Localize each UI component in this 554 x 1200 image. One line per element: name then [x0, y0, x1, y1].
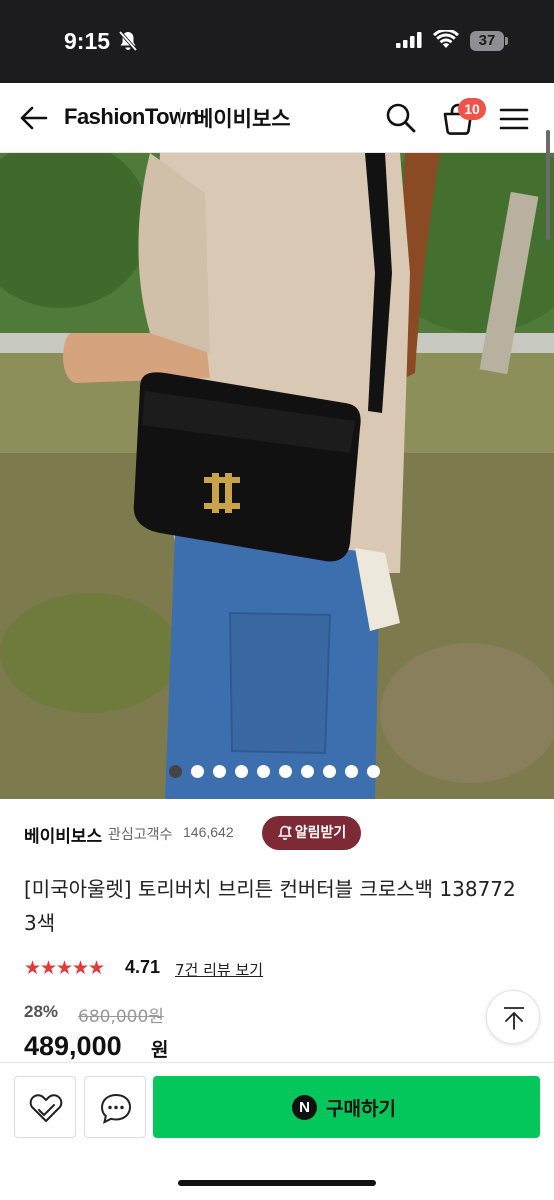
star-icon: ★	[72, 957, 90, 979]
product-photo-illustration	[0, 153, 554, 799]
rating-stars: ★★★★★	[24, 957, 106, 979]
reviews-link[interactable]: 7건 리뷰 보기	[175, 959, 263, 980]
sale-price: 489,000	[24, 1031, 122, 1061]
cart-count-badge: 10	[458, 98, 486, 120]
original-price: 680,000원	[78, 1007, 164, 1027]
buy-now-button[interactable]: N 구매하기	[153, 1076, 540, 1138]
gallery-dot[interactable]	[169, 765, 182, 778]
followers-label: 관심고객수	[108, 827, 173, 843]
buy-now-label: 구매하기	[326, 1098, 396, 1120]
menu-icon[interactable]	[498, 105, 530, 133]
star-icon: ★	[40, 957, 58, 979]
star-icon: ★	[24, 957, 42, 979]
wifi-icon	[433, 30, 459, 48]
product-title: [미국아울렛] 토리버치 브리튼 컨버터블 크로스백 138772 3색	[24, 877, 516, 935]
heart-icon	[29, 1094, 63, 1122]
search-icon[interactable]	[384, 101, 418, 135]
naver-pay-icon: N	[292, 1095, 317, 1120]
header-divider	[180, 108, 181, 128]
gallery-dot[interactable]	[191, 765, 204, 778]
alarm-button-label: 알림받기	[294, 825, 347, 841]
battery-icon: 37	[470, 31, 504, 51]
gallery-dot[interactable]	[279, 765, 292, 778]
battery-tip	[505, 37, 508, 45]
alarm-subscribe-button[interactable]: 알림받기	[262, 816, 361, 850]
gallery-dot[interactable]	[213, 765, 226, 778]
chat-bubble-icon	[100, 1093, 132, 1124]
status-bar: 9:15 37	[0, 0, 554, 83]
gallery-dot[interactable]	[235, 765, 248, 778]
discount-rate: 28%	[24, 1002, 59, 1021]
status-time: 9:15	[64, 28, 111, 54]
gallery-dot[interactable]	[345, 765, 358, 778]
gallery-dot[interactable]	[301, 765, 314, 778]
rating-value: 4.71	[125, 957, 161, 977]
product-image[interactable]	[0, 153, 554, 799]
chat-button[interactable]	[84, 1076, 146, 1138]
star-icon: ★	[88, 957, 106, 979]
gallery-dot[interactable]	[257, 765, 270, 778]
followers-count: 146,642	[183, 824, 234, 840]
gallery-dot[interactable]	[323, 765, 336, 778]
wishlist-button[interactable]	[14, 1076, 76, 1138]
scrollbar-thumb[interactable]	[546, 130, 550, 240]
home-indicator[interactable]	[178, 1180, 376, 1186]
star-icon: ★	[56, 957, 74, 979]
seller-name[interactable]: 베이비보스	[24, 822, 102, 847]
shop-name[interactable]: 베이비보스	[194, 103, 291, 133]
app-header: FashionTown 베이비보스 10	[0, 83, 554, 153]
bell-plus-icon	[277, 825, 292, 840]
signal-icon	[396, 32, 422, 48]
arrow-up-icon	[504, 1007, 524, 1030]
gallery-dot[interactable]	[367, 765, 380, 778]
price-currency: 원	[151, 1039, 169, 1061]
bell-slash-icon	[118, 30, 138, 52]
scroll-to-top-button[interactable]	[486, 990, 540, 1044]
brand-logo[interactable]: FashionTown	[64, 104, 199, 130]
image-pagination-dots	[0, 765, 554, 779]
back-arrow-icon[interactable]	[18, 103, 50, 133]
